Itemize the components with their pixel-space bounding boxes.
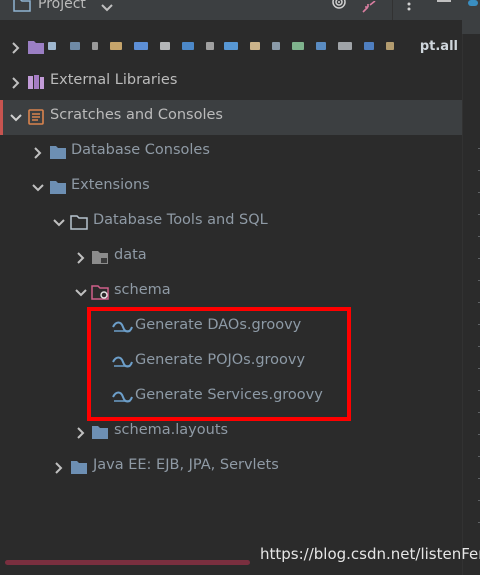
tree-item-external-libraries[interactable]: External Libraries	[0, 65, 462, 100]
highlight-box	[87, 307, 351, 421]
folder-icon	[13, 0, 31, 16]
chevron-right-icon[interactable]	[9, 75, 23, 89]
selection-accent	[0, 100, 3, 135]
editor-tab-icon[interactable]	[468, 0, 478, 6]
horizontal-scrollbar[interactable]	[5, 560, 250, 565]
tree-item-label: Java EE: EJB, JPA, Servlets	[93, 457, 279, 473]
chevron-down-icon[interactable]	[31, 180, 45, 194]
libraries-icon	[27, 74, 45, 94]
more-dots-icon[interactable]	[407, 0, 411, 18]
chevron-right-icon[interactable]	[74, 425, 88, 439]
tree-item-database-consoles[interactable]: Database Consoles	[0, 135, 462, 170]
chevron-right-icon[interactable]	[31, 145, 45, 159]
tree-item-data[interactable]: data	[0, 240, 462, 275]
obscured-project-name: pt.all	[48, 38, 460, 54]
chevron-right-icon[interactable]	[9, 40, 23, 54]
folder-icon	[91, 424, 109, 444]
project-root-suffix: pt.all	[419, 39, 458, 54]
tree-item-project-root[interactable]: pt.all	[0, 30, 462, 65]
collapse-icon[interactable]	[362, 0, 376, 17]
tree-item-label: Scratches and Consoles	[50, 107, 223, 123]
chevron-right-icon[interactable]	[74, 250, 88, 264]
chevron-down-icon[interactable]	[9, 110, 23, 124]
tree-item-java-ee[interactable]: Java EE: EJB, JPA, Servlets	[0, 450, 462, 485]
config-folder-icon	[91, 284, 109, 304]
folder-icon	[70, 459, 88, 479]
scratches-icon	[27, 109, 45, 129]
tree-item-extensions[interactable]: Extensions	[0, 170, 462, 205]
tree-item-label: data	[114, 247, 147, 263]
tree-item-scratches-and-consoles[interactable]: Scratches and Consoles	[0, 100, 462, 135]
project-toolbar: Project	[0, 0, 462, 21]
tree-item-label: Database Consoles	[71, 142, 210, 158]
toolbar-separator	[392, 0, 393, 20]
folder-icon	[49, 179, 67, 199]
editor-gutter-strip	[462, 0, 480, 575]
chevron-down-icon[interactable]	[101, 0, 113, 17]
tree-item-label: schema.layouts	[114, 422, 229, 438]
chevron-right-icon[interactable]	[52, 460, 66, 474]
folder-icon	[49, 144, 67, 164]
open-folder-icon	[70, 214, 88, 234]
watermark-text: https://blog.csdn.net/listenFen	[260, 545, 480, 563]
project-view-title[interactable]: Project	[38, 0, 86, 12]
chevron-down-icon[interactable]	[52, 215, 66, 229]
locked-folder-icon	[91, 249, 109, 269]
tree-item-label: Database Tools and SQL	[93, 212, 268, 228]
tree-item-label: External Libraries	[50, 72, 178, 88]
chevron-down-icon[interactable]	[74, 285, 88, 299]
tree-item-label: Extensions	[71, 177, 150, 193]
target-icon[interactable]	[331, 0, 347, 15]
module-folder-icon	[27, 39, 45, 59]
tree-item-label: schema	[114, 282, 171, 298]
tree-item-database-tools-and-sql[interactable]: Database Tools and SQL	[0, 205, 462, 240]
minimize-icon[interactable]	[437, 0, 451, 2]
tree-item-schema[interactable]: schema	[0, 275, 462, 310]
